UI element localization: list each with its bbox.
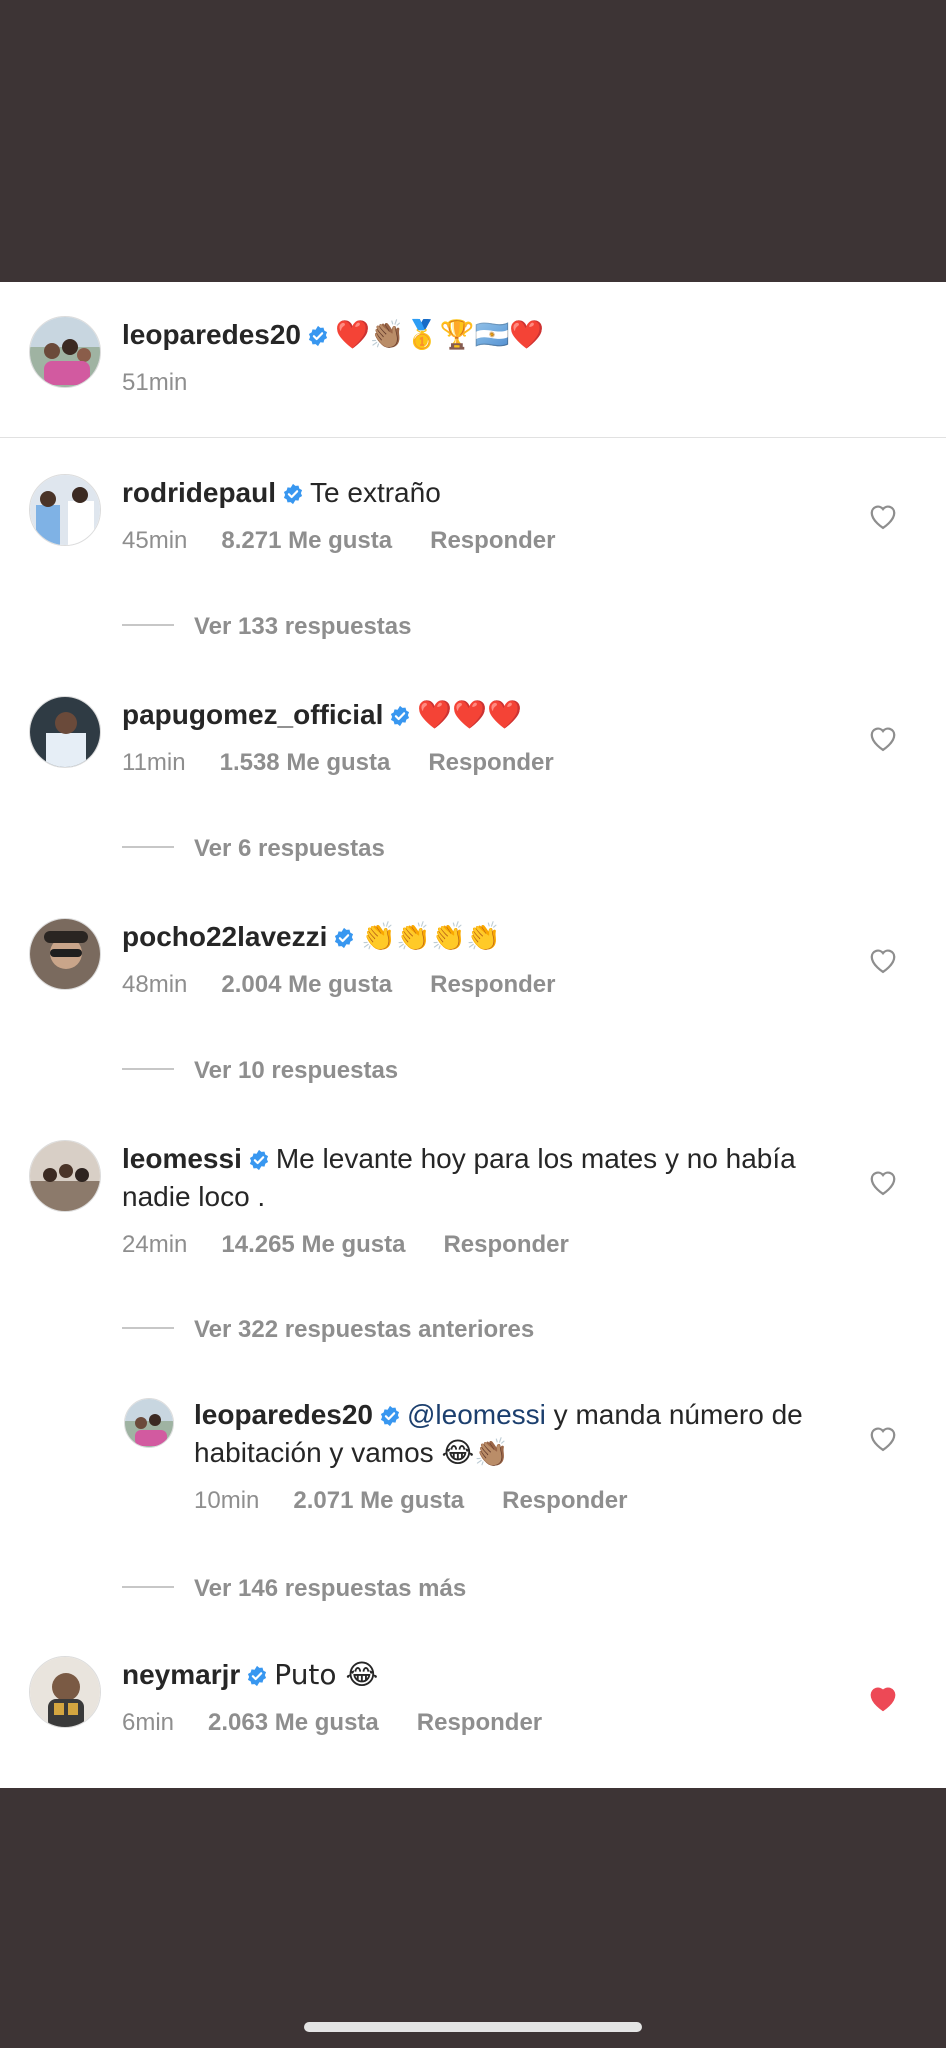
heart-filled-icon[interactable]	[868, 1684, 898, 1712]
bottom-background	[0, 1788, 946, 2048]
view-replies-button[interactable]: Ver 322 respuestas anteriores	[122, 1315, 534, 1345]
likes-count[interactable]: 8.271 Me gusta	[221, 527, 392, 554]
reply-button[interactable]: Responder	[428, 749, 553, 776]
heart-outline-icon[interactable]	[868, 1168, 898, 1196]
likes-count[interactable]: 2.063 Me gusta	[208, 1709, 379, 1736]
heart-outline-icon[interactable]	[868, 946, 898, 974]
view-replies-button[interactable]: Ver 146 respuestas más	[122, 1574, 466, 1604]
likes-count[interactable]: 14.265 Me gusta	[221, 1231, 405, 1258]
avatar[interactable]	[29, 696, 101, 768]
timestamp: 45min	[122, 527, 188, 554]
verified-badge-icon	[335, 927, 354, 949]
username[interactable]: neymarjr	[122, 1659, 240, 1690]
comment-text: Te extraño	[310, 477, 441, 508]
username[interactable]: leoparedes20	[194, 1399, 373, 1430]
mention-link[interactable]: @leomessi	[407, 1399, 546, 1430]
timestamp: 11min	[122, 749, 186, 776]
view-replies-button[interactable]: Ver 10 respuestas	[122, 1056, 398, 1086]
heart-outline-icon[interactable]	[868, 502, 898, 530]
avatar[interactable]	[29, 1140, 101, 1212]
heart-outline-icon[interactable]	[868, 724, 898, 752]
reply-button[interactable]: Responder	[430, 527, 555, 554]
view-replies-button[interactable]: Ver 133 respuestas	[122, 612, 412, 642]
avatar[interactable]	[29, 1656, 101, 1728]
timestamp: 48min	[122, 971, 188, 998]
divider	[0, 437, 946, 438]
reply-button[interactable]: Responder	[502, 1487, 627, 1514]
verified-badge-icon	[283, 483, 303, 505]
heart-outline-icon[interactable]	[868, 1424, 898, 1452]
caption-text: ❤️👏🏽🥇🏆🇦🇷❤️	[335, 318, 545, 351]
username[interactable]: rodridepaul	[122, 477, 276, 508]
verified-badge-icon	[391, 705, 410, 727]
verified-badge-icon	[308, 325, 328, 347]
verified-badge-icon	[248, 1665, 267, 1687]
username[interactable]: leomessi	[122, 1143, 242, 1174]
likes-count[interactable]: 2.004 Me gusta	[221, 971, 392, 998]
avatar[interactable]	[29, 918, 101, 990]
timestamp: 10min	[194, 1487, 260, 1514]
view-replies-button[interactable]: Ver 6 respuestas	[122, 834, 385, 864]
comment-text: 👏👏👏👏	[361, 920, 501, 953]
likes-count[interactable]: 2.071 Me gusta	[293, 1487, 464, 1514]
timestamp: 24min	[122, 1231, 188, 1258]
avatar[interactable]	[29, 316, 101, 388]
comment-text: Puto 😂	[274, 1658, 379, 1691]
reply-button[interactable]: Responder	[443, 1231, 568, 1258]
likes-count[interactable]: 1.538 Me gusta	[220, 749, 391, 776]
comment-text: ❤️❤️❤️	[417, 698, 522, 731]
timestamp: 51min	[122, 369, 188, 396]
home-indicator[interactable]	[304, 2022, 642, 2032]
timestamp: 6min	[122, 1709, 175, 1736]
avatar[interactable]	[124, 1398, 174, 1448]
reply-button[interactable]: Responder	[417, 1709, 542, 1736]
username[interactable]: leoparedes20	[122, 319, 301, 350]
username[interactable]: pocho22lavezzi	[122, 921, 327, 952]
username[interactable]: papugomez_official	[122, 699, 383, 730]
verified-badge-icon	[249, 1149, 268, 1171]
avatar[interactable]	[29, 474, 101, 546]
top-background	[0, 0, 946, 282]
reply-button[interactable]: Responder	[430, 971, 555, 998]
verified-badge-icon	[380, 1405, 400, 1427]
